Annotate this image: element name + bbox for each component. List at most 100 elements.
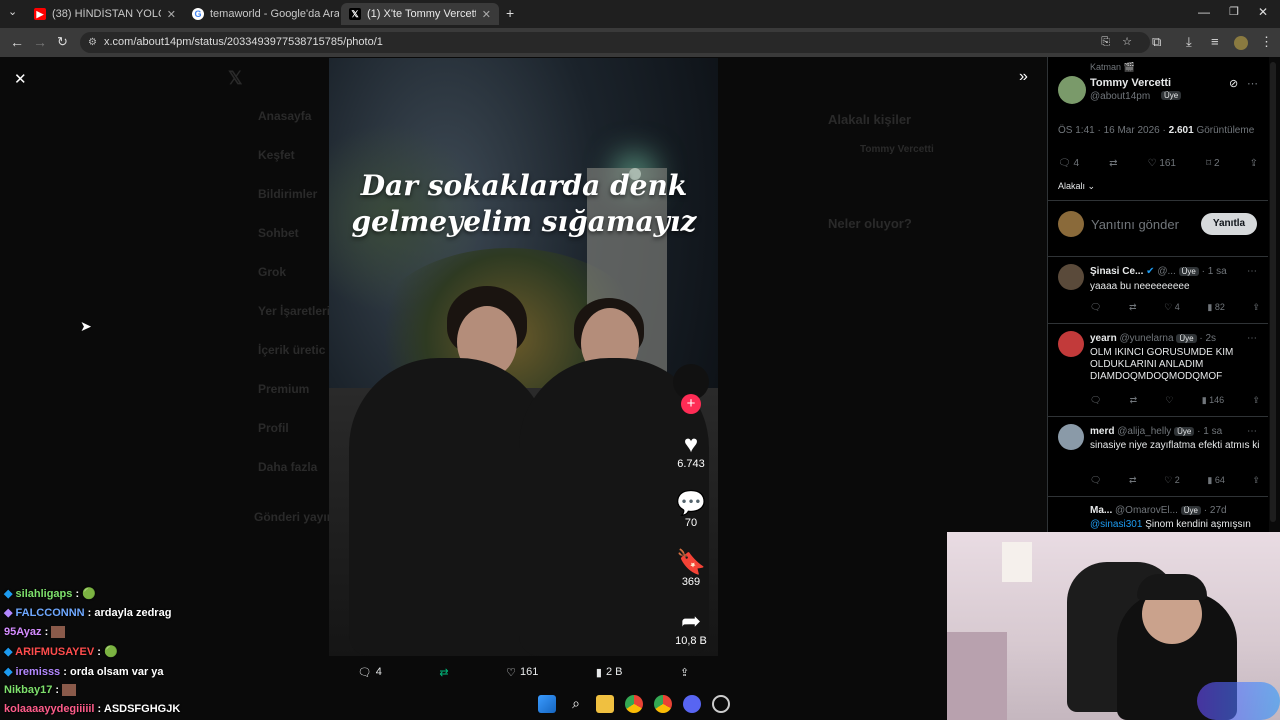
menu-icon[interactable]: ⋮: [1260, 34, 1273, 50]
chrome-icon[interactable]: [625, 695, 643, 713]
maximize-button[interactable]: ❐: [1229, 5, 1239, 18]
more-icon[interactable]: ⋯: [1247, 266, 1257, 277]
share-action[interactable]: ⇪: [680, 666, 689, 679]
views-count: 2.601: [1168, 125, 1194, 136]
share-icon[interactable]: ⇪: [1252, 302, 1260, 313]
expand-panel-icon[interactable]: »: [1019, 68, 1028, 86]
window-close-button[interactable]: ✕: [1258, 5, 1268, 19]
reply-input[interactable]: Yanıtını gönder: [1091, 217, 1179, 232]
like-action[interactable]: ♡ 4: [1164, 302, 1180, 313]
repost-icon[interactable]: ⇄: [1109, 158, 1117, 169]
tab-search-icon[interactable]: ⌄: [8, 5, 17, 18]
reply-button[interactable]: Yanıtla: [1201, 213, 1257, 235]
settings-gear-icon[interactable]: [712, 695, 730, 713]
views-action[interactable]: ▮ 146: [1202, 395, 1224, 406]
like-action[interactable]: ♡ 161: [506, 666, 538, 679]
more-icon[interactable]: ⋯: [1247, 333, 1257, 344]
reply-action[interactable]: 🗨 4: [358, 666, 382, 679]
like-action[interactable]: ♡ 161: [1148, 158, 1176, 169]
author-name[interactable]: Tommy Vercetti: [1090, 77, 1171, 89]
mouse-cursor-icon: ➤: [80, 318, 92, 334]
url-field[interactable]: ⚙ x.com/about14pm/status/203349397753871…: [80, 32, 1150, 53]
reply-avatar[interactable]: [1058, 331, 1084, 357]
repost-icon[interactable]: ⇄: [1129, 475, 1137, 486]
views-action[interactable]: ▮ 2 B: [596, 666, 623, 679]
windows-start-icon[interactable]: [538, 695, 556, 713]
reply-icon[interactable]: 🗨: [1090, 395, 1101, 406]
media-icon[interactable]: ≡: [1211, 34, 1219, 49]
chat-message: kolaaaayydegiiiiil : ASDSFGHGJK: [4, 703, 181, 715]
extensions-icon[interactable]: ⧉: [1152, 34, 1161, 50]
more-icon[interactable]: ⋯: [1247, 77, 1258, 90]
chat-message: ◆ ARIFMUSAYEV : 🟢: [4, 646, 118, 658]
bookmark-star-icon[interactable]: ☆: [1122, 32, 1132, 53]
reply-action[interactable]: 🗨 4: [1058, 158, 1079, 169]
profile-avatar[interactable]: [1234, 36, 1248, 50]
share-icon[interactable]: ⇪: [1252, 475, 1260, 486]
share-arrow-icon: ➦: [680, 608, 702, 635]
share-icon[interactable]: ⇪: [1250, 158, 1258, 169]
divider: [1048, 323, 1268, 324]
chat-badge-icon: ◆: [4, 607, 13, 619]
like-action[interactable]: ♡ 2: [1164, 475, 1180, 486]
tab-x[interactable]: 𝕏 (1) X'te Tommy Vercetti: "https: ✕: [341, 3, 499, 25]
back-icon[interactable]: ←: [10, 34, 24, 50]
new-tab-button[interactable]: +: [506, 5, 514, 21]
reply-icon[interactable]: 🗨: [1090, 475, 1101, 486]
download-icon[interactable]: ⤓: [1186, 34, 1192, 50]
install-app-icon[interactable]: ⎘: [1101, 32, 1110, 53]
repost-icon[interactable]: ⇄: [1129, 302, 1137, 313]
reply-time: 1 sa: [1207, 266, 1227, 277]
chat-badge-icon: ◆: [4, 666, 13, 678]
tab-title: temaworld - Google'da Ara: [210, 8, 339, 20]
close-modal-icon[interactable]: ✕: [14, 70, 27, 88]
reply-author[interactable]: Ma...: [1090, 505, 1112, 516]
chrome-icon[interactable]: [654, 695, 672, 713]
share-icon[interactable]: ⇪: [1252, 395, 1260, 406]
file-explorer-icon[interactable]: [596, 695, 614, 713]
tab-google[interactable]: G temaworld - Google'da Ara ✕: [184, 3, 339, 25]
views-action[interactable]: ▮ 82: [1207, 302, 1224, 313]
reply-author[interactable]: yearn: [1090, 333, 1117, 344]
reply-text: OLM IKINCI GORUSUMDE KIM OLDUKLARINI ANL…: [1090, 347, 1234, 382]
tab-youtube[interactable]: ▶ (38) HİNDİSTAN YOLCULUĞU V ✕: [26, 3, 184, 25]
reply-avatar[interactable]: [1058, 264, 1084, 290]
reload-icon[interactable]: ↻: [57, 34, 68, 50]
scrollbar[interactable]: [1270, 62, 1276, 522]
reply-avatar[interactable]: [1058, 424, 1084, 450]
bookmark-action[interactable]: ⌑ 2: [1206, 158, 1219, 169]
like-icon[interactable]: ♡: [1165, 395, 1173, 406]
community-label[interactable]: Katman 🎬: [1090, 62, 1135, 73]
search-icon[interactable]: ⌕: [567, 695, 585, 713]
webcam-overlay: [947, 532, 1280, 720]
reply-author[interactable]: Şinasi Ce...: [1090, 266, 1143, 277]
save-count: 369: [681, 576, 701, 588]
forward-icon[interactable]: →: [33, 34, 47, 50]
divider: [1048, 200, 1268, 201]
grok-icon[interactable]: ⊘: [1229, 77, 1238, 90]
wall-poster: [1002, 542, 1032, 582]
discord-icon[interactable]: [683, 695, 701, 713]
chat-message: ◆ FALCCONNN : ardayla zedrag: [4, 607, 172, 619]
site-info-icon[interactable]: ⚙: [88, 32, 97, 53]
member-badge: Üye: [1180, 506, 1201, 515]
close-icon[interactable]: ✕: [482, 8, 491, 21]
browser-tab-bar: ⌄ ▶ (38) HİNDİSTAN YOLCULUĞU V ✕ G temaw…: [0, 0, 1280, 28]
minimize-button[interactable]: —: [1198, 5, 1210, 19]
repost-icon[interactable]: ⇄: [1130, 395, 1138, 406]
tiktok-like: ♥ 6.743: [669, 432, 713, 471]
tiktok-comment: 💬 70: [669, 491, 713, 530]
more-icon[interactable]: ⋯: [1247, 426, 1257, 437]
sort-dropdown[interactable]: Alakalı ⌄: [1058, 181, 1095, 192]
close-icon[interactable]: ✕: [167, 8, 176, 21]
repost-action[interactable]: ⇄: [439, 666, 448, 679]
reply-author[interactable]: merd: [1090, 426, 1114, 437]
tweet-photo[interactable]: Dar sokaklarda denk gelmeyelim sığamayız…: [329, 58, 718, 656]
like-count: 6.743: [677, 458, 705, 470]
author-handle[interactable]: @about14pm: [1090, 91, 1150, 102]
views-action[interactable]: ▮ 64: [1207, 475, 1224, 486]
mention-link[interactable]: @sinasi301: [1090, 519, 1142, 530]
author-avatar[interactable]: [1058, 76, 1086, 104]
chat-user: Nikbay17: [4, 684, 53, 696]
reply-icon[interactable]: 🗨: [1090, 302, 1101, 313]
